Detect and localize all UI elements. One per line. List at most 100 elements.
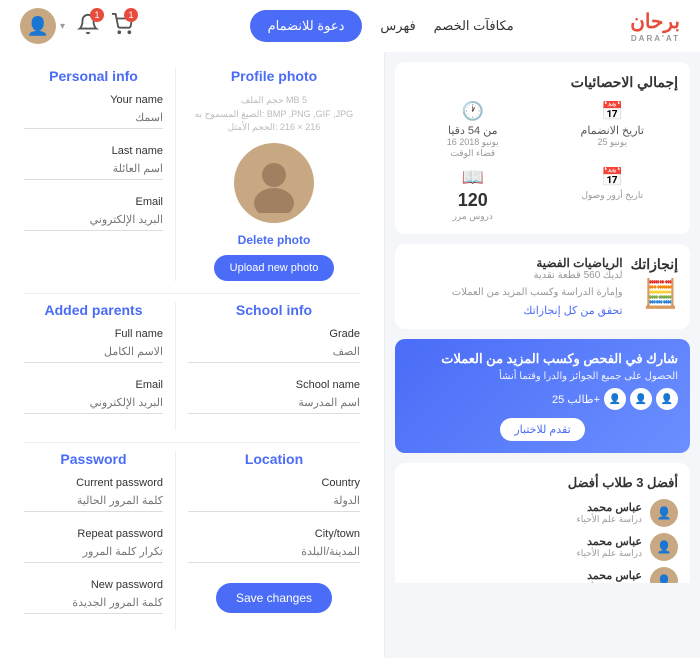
- parent-fullname-label: Full name: [24, 328, 163, 340]
- stats-card: إجمالي الاحصائيات 🕐 من 54 دقيا يونيو 201…: [395, 62, 690, 234]
- student-name-3: عباس محمد: [577, 569, 642, 582]
- stat-join: 📅 تاريخ الانضمام يونيو 25: [547, 101, 679, 159]
- stat-access-label: تاريخ أرور وصول: [547, 190, 679, 201]
- notification-btn[interactable]: 1: [77, 13, 99, 40]
- promo-btn[interactable]: تقدم للاختبار: [500, 418, 584, 441]
- country-label: Country: [188, 477, 360, 489]
- achievement-icon-wrapper: إنجازاتك 🧮: [631, 256, 678, 314]
- student-info-2: عباس محمد دراسة علم الأحياء: [577, 535, 642, 559]
- your-name-field: Your name: [24, 94, 163, 129]
- profile-photo-title: Profile photo: [188, 68, 360, 84]
- new-password-field: New password: [24, 579, 163, 614]
- parent-fullname-input[interactable]: [24, 342, 163, 363]
- parent-email-field: Email: [24, 379, 163, 414]
- stat-lessons-sub: دروس مرر: [407, 211, 539, 222]
- join-btn[interactable]: دعوة للانضمام: [250, 10, 363, 42]
- school-info-section: School info Grade School name: [175, 302, 360, 430]
- cart-btn[interactable]: 1: [111, 13, 133, 40]
- chevron-down-icon: ▾: [60, 21, 65, 32]
- logo: برحان DARA'AT: [630, 9, 680, 43]
- right-panel: إجمالي الاحصائيات 🕐 من 54 دقيا يونيو 201…: [385, 52, 700, 583]
- table-row: عباس محمد دراسة علم الأحياء 👤: [407, 533, 678, 561]
- school-name-input[interactable]: [188, 393, 360, 414]
- school-info-title: School info: [188, 302, 360, 318]
- student-avatar-sm-2: 👤: [650, 533, 678, 561]
- your-name-input[interactable]: [24, 108, 163, 129]
- parent-email-label: Email: [24, 379, 163, 391]
- time-icon: 🕐: [407, 101, 539, 122]
- promo-title: شارك في الفحص وكسب المزيد من العملات: [407, 351, 678, 367]
- achievement-desc2: وإمارة الدراسة وكسب المزيد من العملات: [407, 287, 623, 298]
- profile-photo-preview: [234, 143, 314, 223]
- main-content: Personal info Your name Last name Email: [0, 52, 700, 658]
- current-password-field: Current password: [24, 477, 163, 512]
- achievements-title: إنجازاتك: [631, 256, 678, 273]
- table-row: عباس محمد دراسة علم الأحياء 👤: [407, 499, 678, 527]
- profile-photo-section: Profile photo 5 MB حجم الملف BMP ,PNG ,G…: [175, 68, 360, 281]
- stat-time-sub: قضاء الوقت: [407, 148, 539, 159]
- delete-photo-btn[interactable]: Delete photo: [238, 233, 311, 247]
- new-password-label: New password: [24, 579, 163, 591]
- added-parents-title: Added parents: [24, 302, 163, 318]
- repeat-password-input[interactable]: [24, 542, 163, 563]
- student-info-1: عباس محمد دراسة علم الأحياء: [577, 501, 642, 525]
- promo-students: طالب 25+ 👤 👤 👤: [407, 388, 678, 410]
- access-icon: 📅: [547, 167, 679, 188]
- email-field-personal: Email: [24, 196, 163, 231]
- student-name-2: عباس محمد: [577, 535, 642, 548]
- last-name-input[interactable]: [24, 159, 163, 180]
- student-avatar-sm-3: 👤: [650, 567, 678, 583]
- grade-field: Grade: [188, 328, 360, 363]
- top-students-card: أفضل 3 طلاب أفضل عباس محمد دراسة علم الأ…: [395, 463, 690, 583]
- table-row: عباس محمد دراسة علم الأحياء 👤: [407, 567, 678, 583]
- grade-input[interactable]: [188, 342, 360, 363]
- email-label: Email: [24, 196, 163, 208]
- achievement-details: الرياضيات الفضية لديك 560 قطعة نقدية وإم…: [407, 256, 623, 317]
- top-students-title: أفضل 3 طلاب أفضل: [407, 475, 678, 491]
- your-name-label: Your name: [24, 94, 163, 106]
- country-input[interactable]: [188, 491, 360, 512]
- achievement-subject: الرياضيات الفضية: [407, 256, 623, 270]
- nav-link-fihris[interactable]: فهرس: [380, 18, 415, 34]
- stat-join-date: تاريخ الانضمام: [547, 124, 679, 137]
- school-name-label: School name: [188, 379, 360, 391]
- calculator-icon: 🧮: [631, 277, 678, 310]
- stats-title: إجمالي الاحصائيات: [407, 74, 678, 91]
- stat-time-label: يونيو 2018 16: [407, 137, 539, 148]
- nav-link-rewards[interactable]: مكافآت الخصم: [434, 18, 514, 34]
- country-field: Country: [188, 477, 360, 512]
- photo-info: 5 MB حجم الملف BMP ,PNG ,GIF ,JPG :الصيغ…: [188, 94, 360, 135]
- email-input[interactable]: [24, 210, 163, 231]
- achievement-link[interactable]: تحقق من كل إنجازاتك: [407, 304, 623, 317]
- last-name-label: Last name: [24, 145, 163, 157]
- student-avatar-sm-1: 👤: [650, 499, 678, 527]
- personal-info-title: Personal info: [24, 68, 163, 84]
- save-changes-btn[interactable]: Save changes: [216, 583, 332, 613]
- stat-time-value: من 54 دقيا: [407, 124, 539, 137]
- added-parents-section: Added parents Full name Email: [24, 302, 175, 430]
- cart-badge: 1: [124, 8, 138, 22]
- repeat-password-field: Repeat password: [24, 528, 163, 563]
- avatar: 👤: [20, 8, 56, 44]
- lessons-icon: 📖: [407, 167, 539, 188]
- personal-info-fields: Your name Last name Email: [24, 94, 163, 231]
- student-subject-1: دراسة علم الأحياء: [577, 514, 642, 525]
- user-avatar-wrapper[interactable]: 👤 ▾: [20, 8, 65, 44]
- current-password-input[interactable]: [24, 491, 163, 512]
- promo-desc: الحصول على جميع الجوائز والدرا وقتما أنش…: [407, 371, 678, 382]
- achievement-card: الرياضيات الفضية لديك 560 قطعة نقدية وإم…: [395, 244, 690, 329]
- location-title: Location: [188, 451, 360, 467]
- last-name-field: Last name: [24, 145, 163, 180]
- city-field: City/town: [188, 528, 360, 563]
- stat-time: 🕐 من 54 دقيا يونيو 2018 16 قضاء الوقت: [407, 101, 539, 159]
- promo-count: طالب 25+: [552, 393, 600, 406]
- parent-fullname-field: Full name: [24, 328, 163, 363]
- left-panel: Personal info Your name Last name Email: [0, 52, 385, 658]
- student-avatar-2: 👤: [630, 388, 652, 410]
- new-password-input[interactable]: [24, 593, 163, 614]
- promo-card: شارك في الفحص وكسب المزيد من العملات الح…: [395, 339, 690, 453]
- stat-lessons-value: 120: [407, 190, 539, 211]
- upload-photo-btn[interactable]: Upload new photo: [214, 255, 335, 281]
- parent-email-input[interactable]: [24, 393, 163, 414]
- city-input[interactable]: [188, 542, 360, 563]
